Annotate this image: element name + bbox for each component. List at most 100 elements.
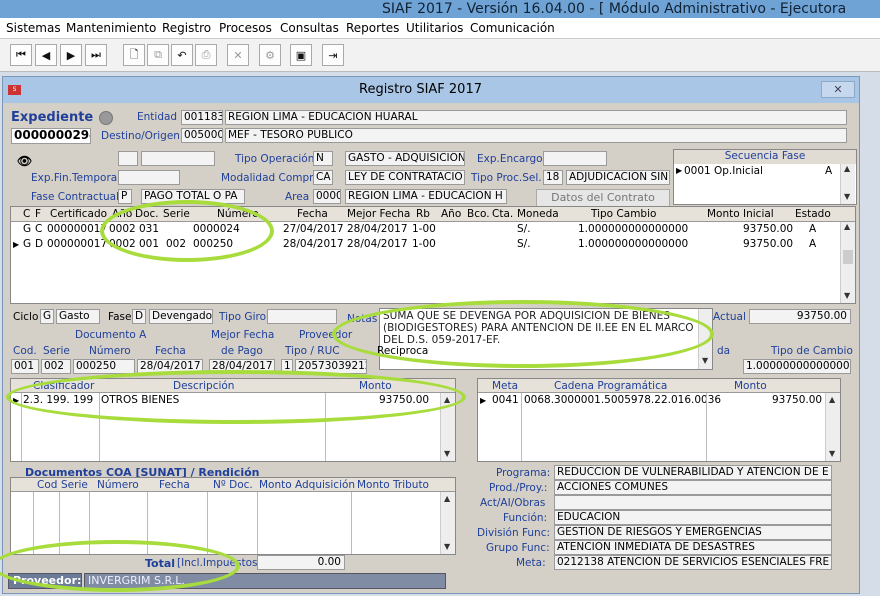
last-record-icon[interactable]: ⏭: [85, 44, 107, 66]
fase-contractual-value: PAGO TOTAL O PA: [141, 189, 245, 204]
tipo-proc-code[interactable]: 18: [543, 170, 563, 185]
modalidad-code[interactable]: CA: [313, 170, 333, 185]
col-coa-cod: Cod: [37, 479, 58, 491]
menu-comunicacion[interactable]: Comunicación: [470, 21, 555, 35]
cell-moneda: S/.: [517, 223, 531, 235]
previous-record-icon[interactable]: ◀: [35, 44, 57, 66]
numero-label: Número: [89, 345, 131, 357]
col-serie: Serie: [163, 208, 190, 220]
menu-reportes[interactable]: Reportes: [346, 21, 399, 35]
doc-fecha-field[interactable]: 28/04/2017: [137, 359, 203, 374]
doc-serie-field[interactable]: 002: [41, 359, 71, 374]
cell-certificado: 000000017: [47, 223, 108, 235]
blank-field-1[interactable]: [118, 151, 138, 166]
col-coa-serie: Serie: [61, 479, 88, 491]
secuencia-estado[interactable]: A: [825, 165, 832, 177]
exit-icon[interactable]: ⇥: [322, 44, 344, 66]
col-descripcion: Descripción: [173, 380, 235, 392]
datos-contrato-button[interactable]: Datos del Contrato: [536, 189, 670, 207]
col-cta: Cta.: [492, 208, 514, 220]
cell-rb: 1-00: [412, 223, 436, 235]
first-record-icon[interactable]: ⏮: [10, 44, 32, 66]
cod-label: Cod.: [13, 345, 37, 357]
notas-scrollbar[interactable]: ▼: [698, 309, 712, 369]
menu-procesos[interactable]: Procesos: [219, 21, 272, 35]
fase-value: Devengado: [149, 309, 213, 324]
tipo-operacion-code[interactable]: N: [313, 151, 333, 166]
tipo-field[interactable]: 1: [281, 359, 293, 374]
exp-fin-temporal-field[interactable]: [118, 170, 180, 185]
col-certificado: Certificado: [50, 208, 108, 220]
col-bco: Bco.: [467, 208, 490, 220]
fase-code[interactable]: D: [132, 309, 146, 324]
coa-scrollbar[interactable]: ▲ ▼: [440, 492, 455, 554]
secuencia-code[interactable]: 0001: [684, 165, 711, 177]
menu-registro[interactable]: Registro: [162, 21, 211, 35]
tipo-cambio-field[interactable]: 1.000000000000000: [743, 359, 851, 374]
table-row[interactable]: ▶ G D 000000017 0002 001 002 000250 28/0…: [11, 237, 839, 252]
next-record-icon[interactable]: ▶: [60, 44, 82, 66]
doc-numero-field[interactable]: 000250: [73, 359, 135, 374]
secuencia-name[interactable]: Op.Inicial: [714, 165, 763, 177]
exp-encargo-field[interactable]: [543, 151, 607, 166]
undo-icon[interactable]: ↶: [171, 44, 193, 66]
secuencia-scrollbar[interactable]: ▲ ▼: [840, 164, 855, 204]
row-pointer-icon: ▶: [13, 240, 20, 249]
tools-icon[interactable]: ⚙: [259, 44, 281, 66]
secuencia-fase-title: Secuencia Fase: [674, 150, 856, 164]
menu-sistemas[interactable]: Sistemas: [6, 21, 61, 35]
save-icon[interactable]: ▣: [290, 44, 312, 66]
table-row[interactable]: ▶ 0041 0068.3000001.5005978.22.016.0036 …: [478, 393, 824, 408]
expediente-number[interactable]: 0000000294: [11, 128, 91, 144]
funcion-value: EDUCACION: [554, 510, 832, 525]
new-document-icon[interactable]: 🗋: [123, 44, 145, 66]
window-title-bar: SIAF 2017 - Versión 16.04.00 - [ Módulo …: [0, 0, 880, 18]
window-title: SIAF 2017 - Versión 16.04.00 - [ Módulo …: [382, 1, 847, 17]
copy-icon[interactable]: ⧉: [147, 44, 169, 66]
status-indicator-icon: [99, 111, 113, 125]
col-coa-monto-trib: Monto Tributo: [357, 479, 429, 491]
grid-scrollbar[interactable]: ▲ ▼: [840, 222, 855, 303]
meta-scrollbar[interactable]: ▲ ▼: [825, 393, 840, 461]
total-label: Total: [145, 557, 176, 570]
actual-label: Actual: [713, 311, 746, 323]
notas-textarea[interactable]: SUMA QUE SE DEVENGA POR ADQUISICION DE B…: [379, 308, 713, 370]
tipo-operacion-label: Tipo Operación: [235, 153, 315, 165]
division-func-label: División Func:: [477, 527, 551, 539]
menu-utilitarios[interactable]: Utilitarios: [406, 21, 463, 35]
meta-value: 0212138 ATENCIÓN DE SERVICIOS ESENCIALES…: [554, 555, 832, 570]
cell-fecha: 28/04/2017: [283, 238, 344, 250]
entidad-label: Entidad: [137, 111, 178, 123]
tipo-cambio-label: Tipo de Cambio: [771, 345, 853, 357]
exp-encargo-label: Exp.Encargo: [477, 153, 543, 165]
clasificador-scrollbar[interactable]: ▲ ▼: [440, 393, 455, 461]
table-row[interactable]: ▶ 2.3. 199. 199 OTROS BIENES 93750.00: [11, 393, 439, 408]
cell-anio: 0002: [109, 238, 136, 250]
delete-icon[interactable]: ✕: [227, 44, 249, 66]
ruc-field[interactable]: 20573039212: [295, 359, 367, 374]
clasificador-grid: Clasificador Descripción Monto ▶ 2.3. 19…: [10, 378, 456, 462]
tipo-giro-field[interactable]: [267, 309, 337, 324]
mejor-fecha-field[interactable]: 28/04/2017: [209, 359, 275, 374]
table-row[interactable]: G C 000000017 0002 031 0000024 27/04/201…: [11, 222, 839, 237]
destino-label: Destino/Origen: [101, 130, 180, 142]
fase-label: Fase: [108, 311, 132, 323]
blank-field-2[interactable]: [141, 151, 215, 166]
cell-certificado: 000000017: [47, 238, 108, 250]
print-icon[interactable]: ⎙: [195, 44, 217, 66]
prod-proy-value: ACCIONES COMUNES: [554, 480, 832, 495]
doc-cod-field[interactable]: 001: [11, 359, 39, 374]
menu-mantenimiento[interactable]: Mantenimiento: [66, 21, 156, 35]
destino-code[interactable]: 005000: [181, 128, 223, 143]
entidad-code[interactable]: 001183: [181, 110, 223, 125]
binoculars-icon[interactable]: 👁: [17, 154, 32, 168]
notas-text: SUMA QUE SE DEVENGA POR ADQUISICION DE B…: [383, 310, 694, 346]
ciclo-code[interactable]: G: [40, 309, 54, 324]
col-coa-ndoc: Nº Doc.: [213, 479, 253, 491]
fase-contractual-code[interactable]: P: [118, 189, 132, 204]
close-button[interactable]: ✕: [821, 81, 855, 98]
area-code[interactable]: 0000: [313, 189, 341, 204]
area-label: Area: [285, 191, 310, 203]
siaf-logo-icon: S: [8, 85, 21, 95]
menu-consultas[interactable]: Consultas: [280, 21, 339, 35]
